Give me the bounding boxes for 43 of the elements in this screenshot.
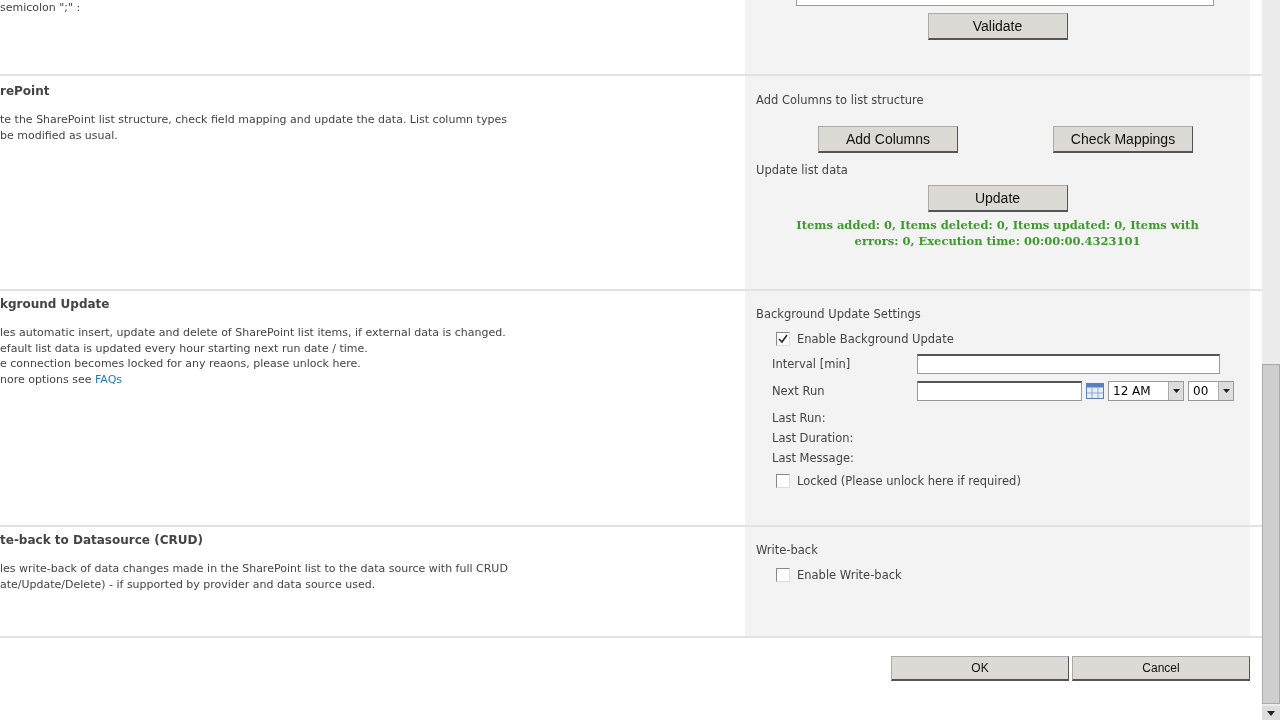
status-label: Last Duration: [772,431,855,445]
description-line: ate/Update/Delete) - if supported by provider and data source used. [0,576,377,592]
description-line: efault list data is updated every hour starting next run date / time. [0,340,369,356]
field-label: Interval [min] [772,357,852,371]
description-line: be modified as usual. [0,127,119,143]
caret-icon [1222,389,1230,393]
section-title: rePoint [0,84,51,98]
section-title: kground Update [0,297,111,311]
status-label: Last Run: [772,411,827,425]
status-label: Last Message: [772,451,855,465]
description-line: les write-back of data changes made in the SharePoint list to the data source with full CRUD [0,561,509,577]
description-line: les automatic insert, update and delete of SharePoint list items, if external data is changed. [0,325,507,341]
description-line: e connection becomes locked for any reaons, please unlock here. [0,356,362,372]
description-line: te the SharePoint list structure, check field mapping and update the data. List column types [0,112,508,128]
action-button[interactable]: Check Mappings [1053,126,1193,153]
action-button[interactable]: Add Columns [818,126,958,153]
down-arrow-icon [1267,710,1275,716]
section-title: te-back to Datasource (CRUD) [0,533,204,547]
section-label: Add Columns to list structure [756,93,925,107]
faqs-link[interactable]: FAQs [95,372,123,386]
checkbox[interactable] [776,332,790,346]
date-field[interactable] [917,381,1082,401]
minute-select[interactable]: 00 [1188,381,1234,401]
calendar-icon[interactable] [1086,383,1104,399]
checkbox-label: Enable Write-back [797,568,902,582]
checkbox[interactable] [776,474,790,488]
dialog-button[interactable]: OK [891,656,1069,681]
checkbox-label: Enable Background Update [797,332,954,346]
checkbox[interactable] [776,568,790,582]
validate-button[interactable]: Validate [927,13,1068,40]
section-label: Write-back [756,543,819,557]
update-button[interactable]: Update [927,185,1068,212]
section-label: Background Update Settings [756,307,922,321]
description-line: nore options see [0,372,93,386]
checkbox-label: Locked (Please unlock here if required) [797,474,1021,488]
field-label: Next Run [772,384,826,398]
result-message: Items added: 0, Items deleted: 0, Items updated: 0, Items with errors: 0, Execution time: 00:00:00.4323101 [795,217,1200,249]
section-label: Update list data [756,163,849,177]
description-line: semicolon ";" : [0,0,82,16]
caret-icon [1172,389,1180,393]
interval-field[interactable] [917,354,1220,374]
hour-select[interactable]: 12 AM [1108,381,1184,401]
dialog-button[interactable]: Cancel [1072,656,1250,681]
